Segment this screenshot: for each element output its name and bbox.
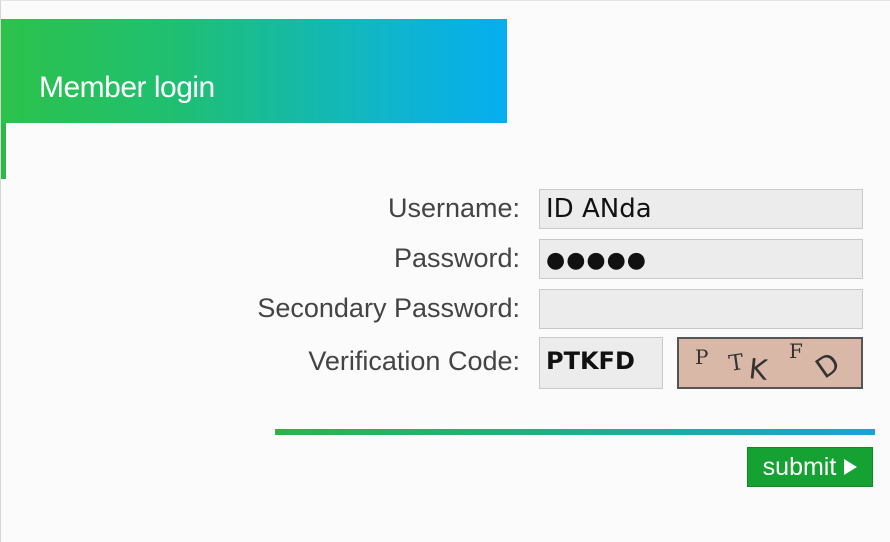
password-field[interactable]: ●●●●● <box>539 239 863 279</box>
captcha-char: K <box>747 352 770 387</box>
username-label: Username: <box>387 193 520 223</box>
login-panel: Member login Username: ID ANda Password:… <box>0 0 890 542</box>
submit-button[interactable]: submit <box>747 447 873 487</box>
captcha-image: P T K F D <box>677 337 863 389</box>
password-label: Password: <box>393 243 520 273</box>
play-icon <box>844 459 858 475</box>
secondary-password-label: Secondary Password: <box>257 293 520 323</box>
submit-label: submit <box>762 452 837 481</box>
page-title: Member login <box>39 71 215 104</box>
secondary-password-field[interactable] <box>539 289 863 329</box>
verification-code-field[interactable]: PTKFD <box>539 337 663 389</box>
form-divider <box>275 429 875 435</box>
captcha-char: P <box>695 345 709 369</box>
verification-code-label: Verification Code: <box>308 346 520 376</box>
captcha-char: D <box>809 345 847 386</box>
header-banner: Member login <box>1 19 507 123</box>
captcha-char: T <box>727 350 746 377</box>
username-field[interactable]: ID ANda <box>539 189 863 229</box>
left-accent-bar <box>1 123 6 179</box>
captcha-char: F <box>789 339 803 363</box>
